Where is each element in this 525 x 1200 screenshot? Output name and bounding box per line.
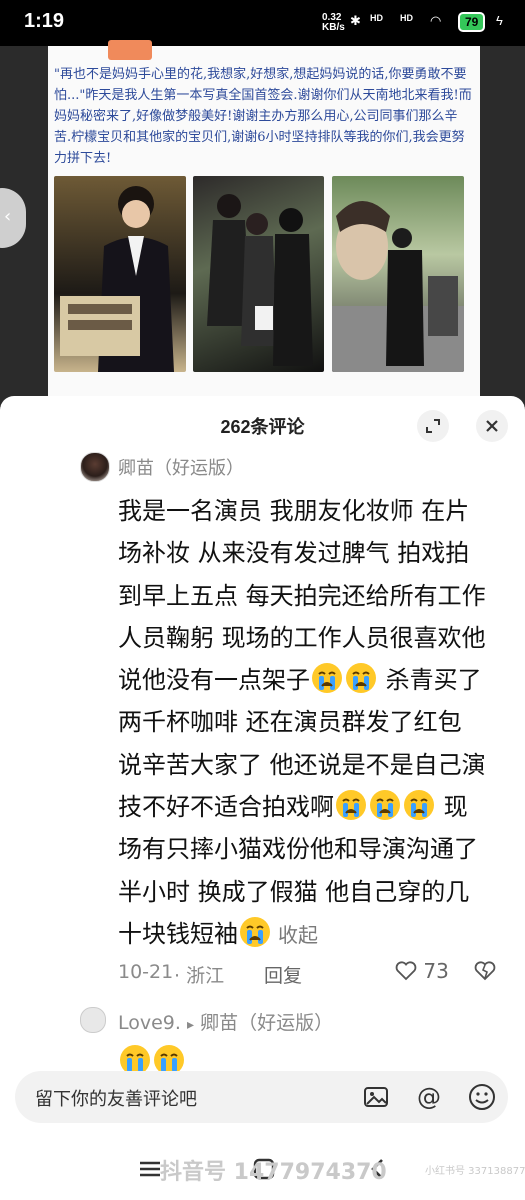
avatar[interactable]	[80, 452, 110, 482]
smiley-icon	[469, 1084, 495, 1110]
comment-input-placeholder: 留下你的友善评论吧	[35, 1089, 197, 1110]
charging-icon: ϟ	[496, 13, 503, 28]
mention-button[interactable]: @	[413, 1081, 445, 1113]
post-card: "再也不是妈妈手心里的花,我想家,好想家,想起妈妈说的话,你要勇敢不要怕..."…	[48, 40, 480, 401]
comments-sheet: 262条评论 卿苗（好运版） 我是一名演员 我朋友化妆师 在片场补妆 从来没有发…	[0, 396, 525, 1200]
comment-location: · 浙江	[174, 965, 225, 987]
crying-emoji-icon	[240, 916, 270, 947]
wifi-icon: ◠	[430, 13, 442, 28]
expand-button[interactable]	[417, 410, 449, 442]
crying-emoji-icon	[346, 663, 376, 694]
heart-icon	[395, 961, 417, 981]
comment-text-part: 我是一名演员 我朋友化妆师 在片场补妆 从来没有发过脾气 拍戏拍到早上五点 每天…	[118, 497, 486, 695]
like-button[interactable]: 73	[395, 959, 449, 983]
watermark: 抖音号 1477974370	[160, 1160, 387, 1185]
reply-arrow-icon: ▸	[186, 1017, 195, 1033]
comment-text: 我是一名演员 我朋友化妆师 在片场补妆 从来没有发过脾气 拍戏拍到早上五点 每天…	[118, 490, 488, 956]
status-icons: 0.32 KB/s ✱ HD HD ◠ 79 ϟ	[300, 12, 515, 33]
reply-username[interactable]: Love9.	[118, 1012, 181, 1034]
comment-input[interactable]: 留下你的友善评论吧 @	[15, 1071, 508, 1123]
system-nav-bar: 抖音号 1477974370 小红书号 337138877	[0, 1140, 525, 1200]
bluetooth-icon: ✱	[350, 13, 361, 28]
post-tag	[108, 40, 152, 60]
close-button[interactable]	[476, 410, 508, 442]
clock: 1:19	[24, 10, 65, 32]
watermark-small: 小红书号 337138877	[425, 1166, 525, 1177]
post-photo[interactable]	[332, 176, 464, 372]
reply-to-username[interactable]: 卿苗（好运版）	[200, 1012, 333, 1034]
svg-text:@: @	[417, 1083, 441, 1111]
network-speed: 0.32 KB/s	[322, 12, 345, 33]
dislike-button[interactable]	[474, 961, 496, 985]
image-icon	[364, 1087, 388, 1107]
crying-emoji-icon	[370, 790, 400, 821]
signal-icon: HD	[400, 13, 413, 23]
signal-icon: HD	[370, 13, 383, 23]
crying-emoji-icon	[336, 790, 366, 821]
crying-emoji-icon	[404, 790, 434, 821]
photo-figure	[332, 201, 464, 372]
comment-username[interactable]: 卿苗（好运版）	[118, 454, 244, 480]
photo-figure	[60, 186, 174, 372]
emoji-button[interactable]	[466, 1081, 498, 1113]
status-bar: 1:19 0.32 KB/s ✱ HD HD ◠ 79 ϟ	[0, 0, 525, 46]
post-photo[interactable]	[54, 176, 186, 372]
reply-header: Love9. ▸ 卿苗（好运版）	[118, 1008, 333, 1035]
at-icon: @	[417, 1083, 441, 1111]
comment-date: 10-21	[118, 961, 174, 983]
crying-emoji-icon	[312, 663, 342, 694]
collapse-link[interactable]: 收起	[278, 923, 318, 947]
avatar[interactable]	[80, 1007, 106, 1033]
close-icon	[486, 420, 498, 432]
photo-figure	[207, 194, 313, 366]
expand-icon	[426, 419, 440, 433]
battery-icon: 79	[458, 12, 486, 32]
like-count: 73	[423, 959, 449, 983]
post-photo[interactable]	[193, 176, 324, 372]
reply-button[interactable]: 回复	[264, 961, 302, 988]
broken-heart-icon	[474, 961, 496, 981]
image-button[interactable]	[360, 1081, 392, 1113]
chevron-left-icon: ‹	[4, 206, 12, 227]
post-text: "再也不是妈妈手心里的花,我想家,好想家,想起妈妈说的话,你要勇敢不要怕..."…	[54, 67, 472, 166]
